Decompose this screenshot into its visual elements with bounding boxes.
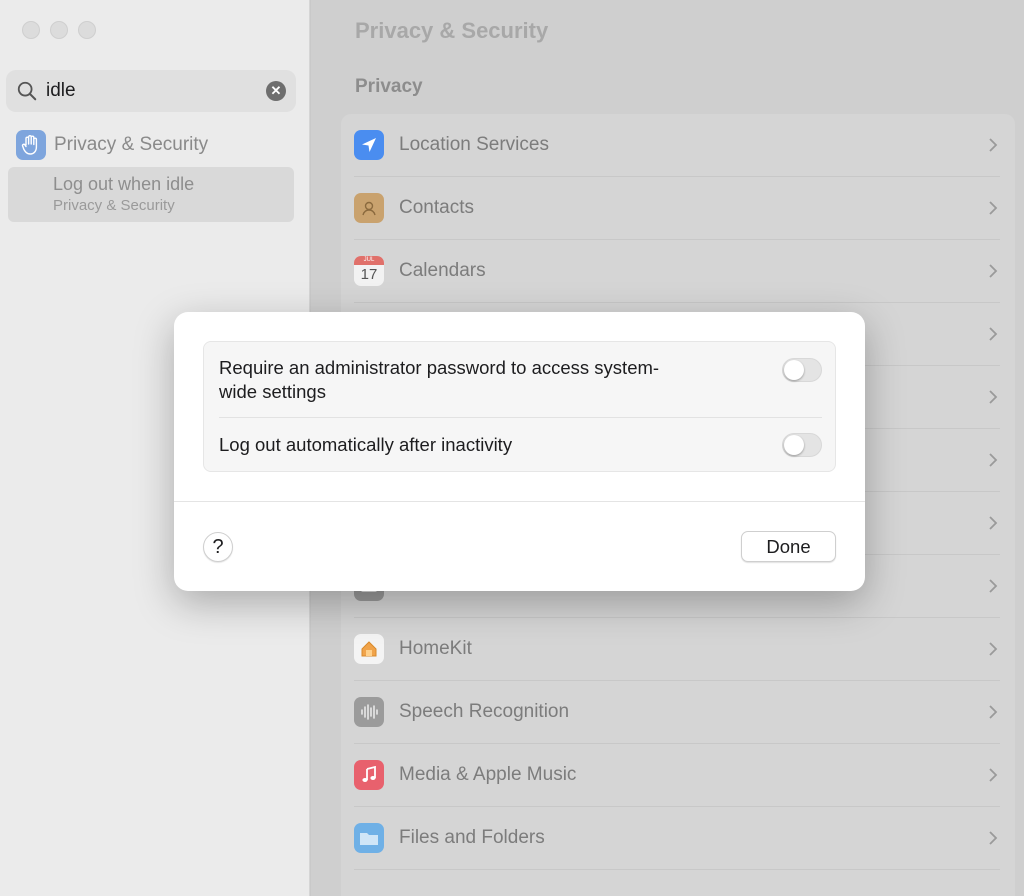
chevron-right-icon xyxy=(989,516,998,530)
log-out-inactivity-toggle[interactable] xyxy=(782,432,822,457)
list-item-location-services[interactable]: Location Services xyxy=(354,114,1000,177)
list-item-label: Location Services xyxy=(399,134,549,155)
chevron-right-icon xyxy=(989,390,998,404)
close-window-button[interactable] xyxy=(22,21,40,39)
toggle-knob xyxy=(784,360,804,380)
clear-search-icon[interactable]: ✕ xyxy=(266,81,286,101)
list-item-partial[interactable] xyxy=(354,870,1000,896)
chevron-right-icon xyxy=(989,831,998,845)
list-item-files-and-folders[interactable]: Files and Folders xyxy=(354,807,1000,870)
contacts-book-icon xyxy=(354,193,384,223)
calendar-day: 17 xyxy=(360,266,378,283)
list-item-speech-recognition[interactable]: Speech Recognition xyxy=(354,681,1000,744)
location-arrow-icon xyxy=(354,130,384,160)
waveform-icon xyxy=(354,697,384,727)
list-item-label: Files and Folders xyxy=(399,827,545,848)
chevron-right-icon xyxy=(989,453,998,467)
done-button[interactable]: Done xyxy=(741,531,836,562)
search-field[interactable]: idle ✕ xyxy=(6,70,296,112)
toggle-knob xyxy=(784,434,804,455)
chevron-right-icon xyxy=(989,642,998,656)
hand-raised-icon xyxy=(16,130,46,160)
search-result-subtitle: Privacy & Security xyxy=(53,197,175,214)
option-log-out-after-inactivity: Log out automatically after inactivity xyxy=(219,418,822,471)
search-result-log-out-when-idle[interactable]: Log out when idle Privacy & Security xyxy=(8,167,294,222)
settings-dialog: Require an administrator password to acc… xyxy=(174,312,865,591)
chevron-right-icon xyxy=(989,201,998,215)
list-item-homekit[interactable]: HomeKit xyxy=(354,618,1000,681)
option-label-line-2: wide settings xyxy=(219,381,326,402)
dialog-divider xyxy=(174,501,865,502)
chevron-right-icon xyxy=(989,138,998,152)
calendar-icon: JUL 17 xyxy=(354,256,384,286)
chevron-right-icon xyxy=(989,579,998,593)
require-admin-password-toggle[interactable] xyxy=(782,358,822,382)
chevron-right-icon xyxy=(989,327,998,341)
list-item-media-apple-music[interactable]: Media & Apple Music xyxy=(354,744,1000,807)
options-group: Require an administrator password to acc… xyxy=(203,341,836,472)
window-controls xyxy=(22,21,96,39)
sidebar-item-label: Privacy & Security xyxy=(54,134,209,155)
list-item-label: Media & Apple Music xyxy=(399,764,577,785)
chevron-right-icon xyxy=(989,264,998,278)
search-result-title: Log out when idle xyxy=(53,174,195,194)
list-item-calendars[interactable]: JUL 17 Calendars xyxy=(354,240,1000,303)
calendar-month: JUL xyxy=(354,256,384,265)
chevron-right-icon xyxy=(989,768,998,782)
search-input[interactable]: idle xyxy=(46,80,266,102)
section-title: Privacy xyxy=(355,76,423,97)
sidebar-item-privacy-security[interactable]: Privacy & Security xyxy=(16,130,208,160)
list-item-label: Calendars xyxy=(399,260,486,281)
option-label: Log out automatically after inactivity xyxy=(219,433,513,455)
chevron-right-icon xyxy=(989,705,998,719)
list-item-label: Speech Recognition xyxy=(399,701,570,722)
page-title: Privacy & Security xyxy=(355,18,549,43)
music-note-icon xyxy=(354,760,384,790)
zoom-window-button[interactable] xyxy=(78,21,96,39)
list-item-contacts[interactable]: Contacts xyxy=(354,177,1000,240)
option-label: Require an administrator password to acc… xyxy=(219,356,709,404)
list-item-label: HomeKit xyxy=(399,638,472,659)
folder-icon xyxy=(354,823,384,853)
option-require-admin-password: Require an administrator password to acc… xyxy=(219,356,822,418)
list-item-label: Contacts xyxy=(399,197,474,218)
home-icon xyxy=(354,634,384,664)
help-button[interactable]: ? xyxy=(203,532,233,562)
search-icon xyxy=(17,81,37,101)
minimize-window-button[interactable] xyxy=(50,21,68,39)
option-label-line-1: Require an administrator password to acc… xyxy=(219,357,660,378)
